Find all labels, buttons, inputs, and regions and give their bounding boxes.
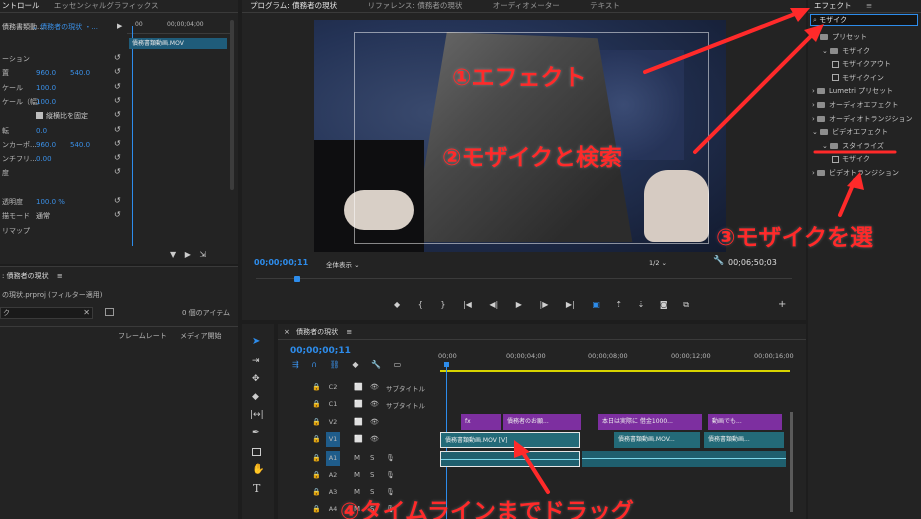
annotation-arrows: [514, 8, 897, 494]
